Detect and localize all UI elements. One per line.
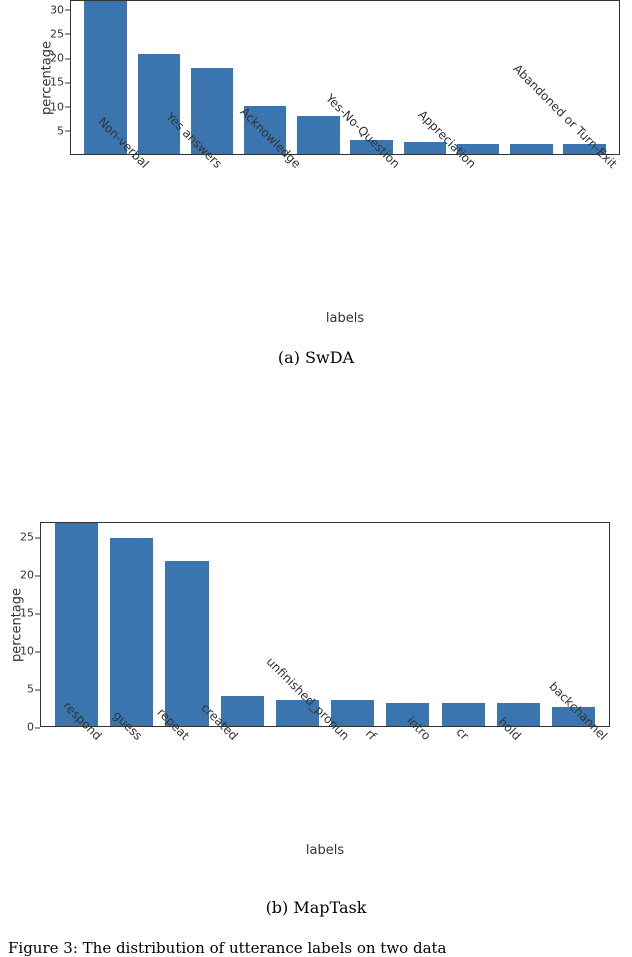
chart-b-plot-area (40, 522, 610, 727)
xlabel-slot: created (187, 729, 233, 743)
bar-slot (104, 523, 159, 726)
bar (297, 116, 340, 154)
xlabel-slot: Acknowledge (216, 157, 296, 171)
xlabel-slot: respond (48, 729, 97, 743)
xlabel-slot: cr (435, 729, 480, 743)
chart-b-plot: 0510152025 percentage (40, 522, 610, 727)
chart-b-xtitle: labels (40, 843, 610, 858)
bar (442, 703, 485, 726)
ytick: 30 (50, 3, 64, 16)
ytick: 5 (27, 683, 34, 696)
bar-slot (435, 523, 490, 726)
chart-a-caption: (a) SwDA (0, 348, 632, 367)
bar-slot (380, 523, 435, 726)
bar-slot (292, 1, 345, 154)
chart-b-xlabels: respondguessrepeatcreatedunfinished_pron… (40, 729, 610, 743)
bar-slot (325, 523, 380, 726)
xlabel-slot: Appreciation (395, 157, 471, 171)
bar (110, 538, 153, 726)
bar (165, 561, 208, 726)
bar (55, 523, 98, 726)
xlabel-slot: Non-verbal (78, 157, 144, 171)
bar (510, 144, 553, 154)
chart-a-ylabel: percentage (40, 40, 55, 114)
ytick: 0 (27, 721, 34, 734)
bar-slot (215, 523, 270, 726)
chart-a-xtitle: labels (70, 311, 620, 326)
bar (404, 142, 447, 154)
ytick: 5 (57, 124, 64, 137)
chart-a-plot: 51015202530 percentage (70, 0, 620, 155)
figure-caption: Figure 3: The distribution of utterance … (0, 939, 632, 957)
xlabel-slot: unfinished_pronun (233, 729, 344, 743)
chart-b-ylabel: percentage (10, 587, 25, 661)
bar-slot (159, 523, 214, 726)
bar-slot (49, 523, 104, 726)
xlabel-slot: intro (390, 729, 435, 743)
bar-slot (491, 523, 546, 726)
chart-a-xlabels: Non-verbalYes answersAcknowledgeYes-No-Q… (70, 157, 620, 171)
chart-a-plot-area (70, 0, 620, 155)
xlabel-slot: backchannel (526, 729, 602, 743)
ytick: 25 (20, 531, 34, 544)
xlabel-slot: hold (481, 729, 526, 743)
xlabel: cr (453, 725, 471, 743)
chart-b-bars (41, 523, 609, 726)
ytick: 25 (50, 27, 64, 40)
xlabel-slot: Yes-No-Question (296, 157, 395, 171)
chart-b-caption: (b) MapTask (0, 898, 632, 917)
xlabel-slot: Abandoned or Turn-Exit (471, 157, 612, 171)
ytick: 20 (20, 569, 34, 582)
xlabel: rf (363, 727, 379, 743)
xlabel-slot: repeat (142, 729, 187, 743)
bar (138, 54, 181, 154)
bar-slot (451, 1, 504, 154)
xlabel-slot: Yes answers (144, 157, 217, 171)
